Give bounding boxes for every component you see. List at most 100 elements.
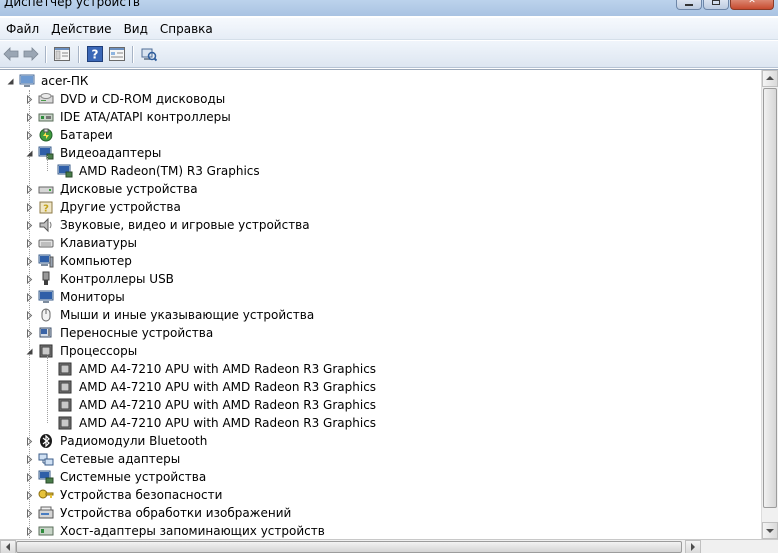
tree-node[interactable]: Видеоадаптеры bbox=[0, 144, 760, 162]
tree-root[interactable]: acer-ПК bbox=[0, 72, 760, 90]
menu-action[interactable]: Действие bbox=[45, 19, 117, 39]
tree-node-label: Мыши и иные указывающие устройства bbox=[60, 308, 315, 322]
tree-node-label: Видеоадаптеры bbox=[60, 146, 162, 160]
tree-node[interactable]: Мониторы bbox=[0, 288, 760, 306]
minimize-icon bbox=[685, 4, 693, 6]
tree-node[interactable]: Устройства безопасности bbox=[0, 486, 760, 504]
collapse-arrow-icon[interactable] bbox=[25, 149, 34, 158]
tree-node[interactable]: Сетевые адаптеры bbox=[0, 450, 760, 468]
expand-arrow-icon[interactable] bbox=[25, 437, 34, 446]
expand-arrow-icon[interactable] bbox=[25, 311, 34, 320]
usb-icon-wrapper bbox=[38, 271, 54, 287]
tree-node[interactable]: Мыши и иные указывающие устройства bbox=[0, 306, 760, 324]
expand-arrow-icon[interactable] bbox=[25, 257, 34, 266]
tree-connector-line bbox=[47, 156, 48, 171]
toolbar-separator bbox=[78, 46, 79, 63]
usb-icon bbox=[42, 271, 50, 285]
expand-arrow-icon[interactable] bbox=[25, 95, 34, 104]
tree-node[interactable]: Батареи bbox=[0, 126, 760, 144]
chevron-right-icon bbox=[691, 543, 695, 551]
bluetooth-icon-wrapper bbox=[38, 433, 54, 449]
forward-button[interactable] bbox=[20, 44, 42, 64]
tree-child-node[interactable]: AMD A4-7210 APU with AMD Radeon R3 Graph… bbox=[0, 378, 760, 396]
tree-node[interactable]: Дисковые устройства bbox=[0, 180, 760, 198]
expand-arrow-icon[interactable] bbox=[25, 527, 34, 536]
collapse-arrow-icon[interactable] bbox=[25, 347, 34, 356]
tree-node[interactable]: Контроллеры USB bbox=[0, 270, 760, 288]
processor-icon bbox=[39, 344, 53, 358]
storage-controller-icon-wrapper bbox=[38, 523, 54, 539]
expand-arrow-icon[interactable] bbox=[25, 473, 34, 482]
system-device-icon-wrapper bbox=[38, 469, 54, 485]
bluetooth-icon bbox=[40, 434, 52, 448]
vertical-scrollbar[interactable] bbox=[761, 70, 778, 539]
minimize-button[interactable] bbox=[676, 0, 702, 10]
tree-node[interactable]: Системные устройства bbox=[0, 468, 760, 486]
computer-icon-wrapper bbox=[38, 253, 54, 269]
expand-arrow-icon[interactable] bbox=[25, 203, 34, 212]
expand-arrow-icon[interactable] bbox=[25, 113, 34, 122]
display-card-icon bbox=[57, 164, 73, 178]
tree-node[interactable]: Хост-адаптеры запоминающих устройств bbox=[0, 522, 760, 539]
expand-arrow-icon[interactable] bbox=[25, 221, 34, 230]
tree-child-node[interactable]: AMD A4-7210 APU with AMD Radeon R3 Graph… bbox=[0, 396, 760, 414]
expand-arrow-icon[interactable] bbox=[25, 185, 34, 194]
cpu-chip-icon-wrapper bbox=[57, 361, 73, 377]
scroll-right-button[interactable] bbox=[685, 540, 701, 553]
tree-child-node[interactable]: AMD A4-7210 APU with AMD Radeon R3 Graph… bbox=[0, 414, 760, 432]
vertical-scroll-thumb[interactable] bbox=[763, 88, 777, 508]
tree-node[interactable]: Радиомодули Bluetooth bbox=[0, 432, 760, 450]
expand-arrow-icon[interactable] bbox=[25, 239, 34, 248]
expand-arrow-icon[interactable] bbox=[25, 491, 34, 500]
ide-controller-icon-wrapper bbox=[38, 109, 54, 125]
horizontal-scrollbar[interactable] bbox=[0, 539, 778, 553]
scroll-up-button[interactable] bbox=[762, 70, 778, 87]
display-adapter-icon-wrapper bbox=[38, 145, 54, 161]
svg-text:?: ? bbox=[43, 204, 49, 215]
tree-node[interactable]: IDE ATA/ATAPI контроллеры bbox=[0, 108, 760, 126]
tree-node[interactable]: Устройства обработки изображений bbox=[0, 504, 760, 522]
ide-controller-icon bbox=[38, 113, 54, 122]
expand-arrow-icon[interactable] bbox=[25, 131, 34, 140]
menu-view[interactable]: Вид bbox=[118, 19, 154, 39]
expand-arrow-icon[interactable] bbox=[25, 293, 34, 302]
speaker-icon bbox=[39, 217, 52, 233]
scroll-left-button[interactable] bbox=[0, 540, 16, 553]
tree-node[interactable]: Звуковые, видео и игровые устройства bbox=[0, 216, 760, 234]
forward-arrow-icon bbox=[23, 47, 39, 61]
battery-icon bbox=[39, 128, 53, 142]
imaging-device-icon-wrapper bbox=[38, 505, 54, 521]
tree-node[interactable]: Клавиатуры bbox=[0, 234, 760, 252]
tree-node-label: AMD A4-7210 APU with AMD Radeon R3 Graph… bbox=[79, 416, 377, 430]
console-tree-icon bbox=[54, 47, 70, 61]
console-tree-button[interactable] bbox=[51, 44, 73, 64]
back-button[interactable] bbox=[0, 44, 22, 64]
expand-arrow-icon[interactable] bbox=[25, 329, 34, 338]
tree-node-label: Дисковые устройства bbox=[60, 182, 198, 196]
toolbar: ? bbox=[0, 41, 778, 68]
menu-help[interactable]: Справка bbox=[154, 19, 219, 39]
help-button[interactable]: ? bbox=[84, 44, 106, 64]
tree-child-node[interactable]: AMD Radeon(TM) R3 Graphics bbox=[0, 162, 760, 180]
tree-node[interactable]: DVD и CD-ROM дисководы bbox=[0, 90, 760, 108]
maximize-icon bbox=[712, 0, 720, 5]
collapse-arrow-icon[interactable] bbox=[6, 77, 15, 86]
tree-node[interactable]: Процессоры bbox=[0, 342, 760, 360]
expand-arrow-icon[interactable] bbox=[25, 455, 34, 464]
scroll-down-button[interactable] bbox=[762, 522, 778, 539]
scan-hardware-button[interactable] bbox=[138, 44, 160, 64]
expand-arrow-icon[interactable] bbox=[25, 275, 34, 284]
tree-node-label: Переносные устройства bbox=[60, 326, 214, 340]
maximize-button[interactable] bbox=[703, 0, 729, 10]
close-button[interactable]: ✕ bbox=[730, 0, 774, 10]
tree-node[interactable]: ? Другие устройства bbox=[0, 198, 760, 216]
properties-button[interactable] bbox=[106, 44, 128, 64]
horizontal-scroll-thumb[interactable] bbox=[16, 541, 682, 553]
device-tree[interactable]: acer-ПК DVD и CD-ROM дисководы IDE ATA/ATA… bbox=[0, 69, 778, 539]
tree-node[interactable]: Переносные устройства bbox=[0, 324, 760, 342]
tree-node[interactable]: Компьютер bbox=[0, 252, 760, 270]
expand-arrow-icon[interactable] bbox=[25, 509, 34, 518]
tree-child-node[interactable]: AMD A4-7210 APU with AMD Radeon R3 Graph… bbox=[0, 360, 760, 378]
title-bar: Диспетчер устройств ✕ bbox=[0, 0, 778, 16]
menu-file[interactable]: Файл bbox=[0, 19, 45, 39]
